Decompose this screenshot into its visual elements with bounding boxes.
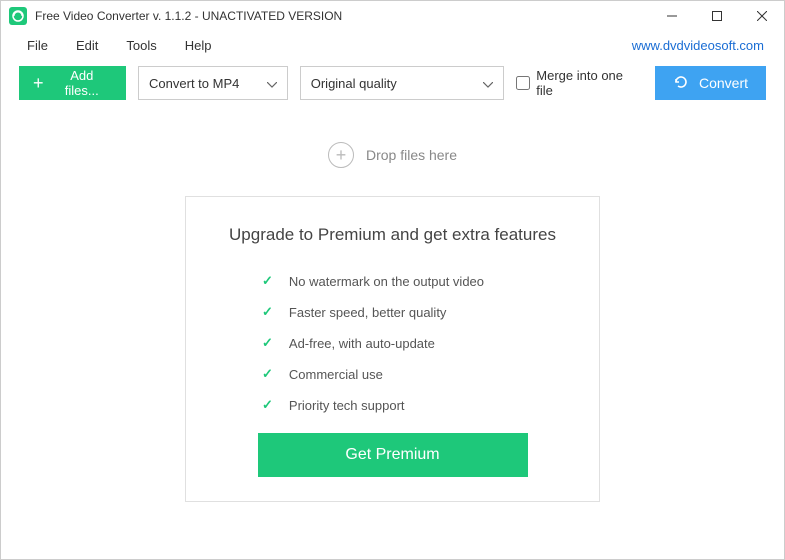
feature-item: ✓ Priority tech support [262,397,569,413]
website-link[interactable]: www.dvdvideosoft.com [632,38,772,53]
feature-text: Commercial use [289,367,383,382]
check-icon: ✓ [262,366,273,382]
quality-dropdown[interactable]: Original quality [300,66,505,100]
feature-text: Priority tech support [289,398,405,413]
chevron-down-icon [483,76,493,91]
add-files-label: Add files... [52,68,113,98]
feature-item: ✓ Faster speed, better quality [262,304,569,320]
menu-tools[interactable]: Tools [112,34,170,57]
window-title: Free Video Converter v. 1.1.2 - UNACTIVA… [35,9,649,23]
format-selected: Convert to MP4 [149,76,239,91]
drop-plus-icon: + [328,142,354,168]
titlebar: Free Video Converter v. 1.1.2 - UNACTIVA… [1,1,784,31]
convert-button[interactable]: Convert [655,66,766,100]
feature-item: ✓ No watermark on the output video [262,273,569,289]
menu-file[interactable]: File [13,34,62,57]
plus-icon: + [33,73,44,94]
maximize-button[interactable] [694,1,739,31]
feature-item: ✓ Ad-free, with auto-update [262,335,569,351]
minimize-button[interactable] [649,1,694,31]
toolbar: + Add files... Convert to MP4 Original q… [1,59,784,107]
feature-text: No watermark on the output video [289,274,484,289]
close-button[interactable] [739,1,784,31]
drop-zone[interactable]: + Drop files here [328,142,457,168]
check-icon: ✓ [262,397,273,413]
premium-title: Upgrade to Premium and get extra feature… [216,225,569,245]
content-area: + Drop files here Upgrade to Premium and… [1,107,784,502]
refresh-icon [673,74,689,93]
quality-selected: Original quality [311,76,397,91]
premium-card: Upgrade to Premium and get extra feature… [185,196,600,502]
merge-checkbox[interactable] [516,76,530,90]
feature-item: ✓ Commercial use [262,366,569,382]
menu-edit[interactable]: Edit [62,34,112,57]
feature-list: ✓ No watermark on the output video ✓ Fas… [216,273,569,413]
feature-text: Faster speed, better quality [289,305,447,320]
chevron-down-icon [267,76,277,91]
merge-label: Merge into one file [536,68,643,98]
drop-zone-label: Drop files here [366,147,457,163]
check-icon: ✓ [262,304,273,320]
check-icon: ✓ [262,273,273,289]
get-premium-button[interactable]: Get Premium [258,433,528,477]
menu-help[interactable]: Help [171,34,226,57]
check-icon: ✓ [262,335,273,351]
format-dropdown[interactable]: Convert to MP4 [138,66,288,100]
feature-text: Ad-free, with auto-update [289,336,435,351]
merge-checkbox-wrap[interactable]: Merge into one file [516,68,643,98]
app-icon [9,7,27,25]
add-files-button[interactable]: + Add files... [19,66,126,100]
window-controls [649,1,784,31]
convert-label: Convert [699,75,748,91]
menubar: File Edit Tools Help www.dvdvideosoft.co… [1,31,784,59]
